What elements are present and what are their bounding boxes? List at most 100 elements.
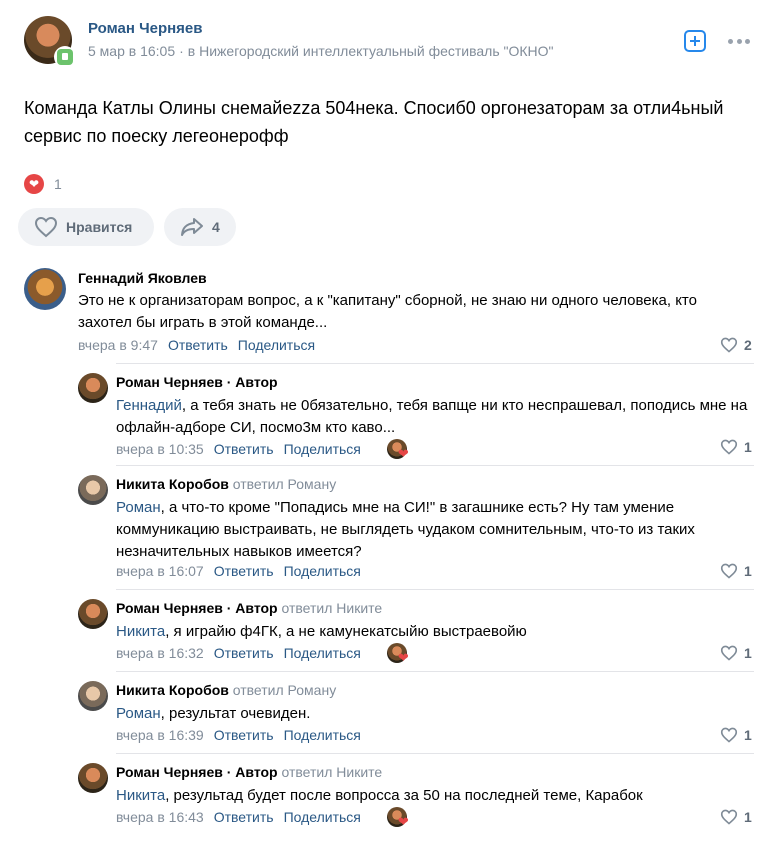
comment-like-count: 1: [744, 439, 752, 455]
post-community-link[interactable]: в Нижегородский интеллектуальный фестива…: [188, 43, 554, 59]
comment-author[interactable]: Роман Черняев · Автор ответил Никите: [116, 600, 382, 616]
comment-time[interactable]: вчера в 16:07: [116, 563, 204, 579]
comment-time[interactable]: вчера в 16:39: [116, 727, 204, 743]
comment-time[interactable]: вчера в 9:47: [78, 337, 158, 353]
comment-like-count: 1: [744, 809, 752, 825]
author-liked-avatar: ❤: [386, 439, 409, 461]
divider: [116, 671, 754, 672]
share-link[interactable]: Поделиться: [284, 441, 361, 457]
share-link[interactable]: Поделиться: [284, 727, 361, 743]
community-badge-icon: [54, 46, 76, 68]
comment-footer: вчера в 9:47 Ответить Поделиться: [78, 337, 315, 353]
comment-footer: вчера в 16:32 Ответить Поделиться ❤: [116, 643, 409, 665]
comment-like-button[interactable]: 1: [720, 727, 752, 743]
comment-like-button[interactable]: 1: [720, 439, 752, 455]
commenter-avatar[interactable]: [24, 268, 66, 310]
comment-like-count: 1: [744, 727, 752, 743]
commenter-avatar[interactable]: [78, 373, 108, 403]
comment-text: Никита, я играйю ф4ГК, а не камунекатсый…: [116, 623, 527, 640]
comment-text: Геннадий, а тебя знать не 0бязательно, т…: [116, 397, 748, 436]
share-link[interactable]: Поделиться: [284, 809, 361, 825]
reply-link[interactable]: Ответить: [214, 645, 274, 661]
divider: [116, 589, 754, 590]
like-button[interactable]: Нравится: [18, 208, 154, 246]
comment-author[interactable]: Никита Коробов ответил Роману: [116, 476, 336, 492]
post-header: Роман Черняев 5 мар в 16:05 · в Нижегородс…: [24, 16, 754, 72]
mention-link[interactable]: Никита: [116, 787, 165, 804]
heart-icon: ❤: [397, 814, 409, 829]
comment-like-button[interactable]: 1: [720, 809, 752, 825]
comment-text: Роман, результат очевиден.: [116, 705, 311, 722]
comment-like-button[interactable]: 2: [720, 337, 752, 353]
add-icon[interactable]: [684, 30, 706, 52]
reply-link[interactable]: Ответить: [214, 809, 274, 825]
comment-reply: Роман Черняев · Автор ответил Никите Ник…: [78, 763, 754, 833]
reaction-count: 1: [54, 176, 62, 192]
divider: [116, 363, 754, 364]
mention-link[interactable]: Геннадий: [116, 397, 182, 414]
reply-link[interactable]: Ответить: [214, 563, 274, 579]
post-text: Команда Катлы Олины снемайezza 504нека. …: [24, 98, 724, 146]
heart-outline-icon: [720, 439, 738, 455]
share-button[interactable]: 4: [164, 208, 236, 246]
comment-footer: вчера в 10:35 Ответить Поделиться ❤: [116, 439, 409, 461]
heart-outline-icon: [34, 216, 58, 238]
comment-like-button[interactable]: 1: [720, 645, 752, 661]
commenter-avatar[interactable]: [78, 475, 108, 505]
comment-like-count: 2: [744, 337, 752, 353]
reaction-summary[interactable]: ❤ 1: [24, 172, 62, 196]
comment-footer: вчера в 16:43 Ответить Поделиться ❤: [116, 807, 409, 829]
heart-icon: ❤: [397, 650, 409, 665]
comment-reply: Никита Коробов ответил Роману Роман, рез…: [78, 681, 754, 749]
commenter-avatar[interactable]: [78, 599, 108, 629]
comment-text: Никита, результад будет после вопросса з…: [116, 787, 643, 804]
comment-like-count: 1: [744, 645, 752, 661]
post-meta: 5 мар в 16:05 · в Нижегородский интеллекту…: [88, 43, 554, 59]
comment-reply: Роман Черняев · Автор ответил Никите Ник…: [78, 599, 754, 667]
comment-text: Роман, а что-то кроме "Попадись мне на С…: [116, 499, 695, 560]
comment-time[interactable]: вчера в 16:43: [116, 809, 204, 825]
heart-icon: ❤: [397, 446, 409, 461]
heart-outline-icon: [720, 727, 738, 743]
comment-author[interactable]: Геннадий Яковлев: [78, 270, 207, 286]
divider: [116, 465, 754, 466]
heart-outline-icon: [720, 563, 738, 579]
share-link[interactable]: Поделиться: [284, 645, 361, 661]
comment-footer: вчера в 16:07 Ответить Поделиться: [116, 563, 361, 579]
share-arrow-icon: [181, 218, 203, 236]
comment-time[interactable]: вчера в 16:32: [116, 645, 204, 661]
comment-reply: Никита Коробов ответил Роману Роман, а ч…: [78, 475, 754, 585]
heart-outline-icon: [720, 337, 738, 353]
heart-outline-icon: [720, 645, 738, 661]
post-date[interactable]: 5 мар в 16:05: [88, 43, 175, 59]
post-author-name[interactable]: Роман Черняев: [88, 20, 203, 37]
heart-outline-icon: [720, 809, 738, 825]
like-label: Нравится: [66, 219, 133, 235]
reply-link[interactable]: Ответить: [168, 337, 228, 353]
divider: [116, 753, 754, 754]
share-link[interactable]: Поделиться: [284, 563, 361, 579]
mention-link[interactable]: Роман: [116, 499, 161, 516]
reply-link[interactable]: Ответить: [214, 727, 274, 743]
author-liked-avatar: ❤: [386, 643, 409, 665]
commenter-avatar[interactable]: [78, 763, 108, 793]
comment-text: Это не к организаторам вопрос, а к "капи…: [78, 292, 697, 331]
comment-footer: вчера в 16:39 Ответить Поделиться: [116, 727, 361, 743]
author-liked-avatar: ❤: [386, 807, 409, 829]
comment-author[interactable]: Роман Черняев · Автор ответил Никите: [116, 764, 382, 780]
comment-time[interactable]: вчера в 10:35: [116, 441, 204, 457]
share-link[interactable]: Поделиться: [238, 337, 315, 353]
comment-reply: Роман Черняев · Автор Геннадий, а тебя з…: [78, 373, 754, 461]
comment-author[interactable]: Роман Черняев · Автор: [116, 374, 278, 390]
more-icon[interactable]: [728, 39, 750, 45]
mention-link[interactable]: Никита: [116, 623, 165, 640]
commenter-avatar[interactable]: [78, 681, 108, 711]
reply-link[interactable]: Ответить: [214, 441, 274, 457]
comment-author[interactable]: Никита Коробов ответил Роману: [116, 682, 336, 698]
heart-reaction-icon: ❤: [24, 174, 44, 194]
meta-separator: ·: [179, 43, 184, 59]
share-count: 4: [212, 219, 220, 235]
comment-like-button[interactable]: 1: [720, 563, 752, 579]
mention-link[interactable]: Роман: [116, 705, 161, 722]
comment-like-count: 1: [744, 563, 752, 579]
